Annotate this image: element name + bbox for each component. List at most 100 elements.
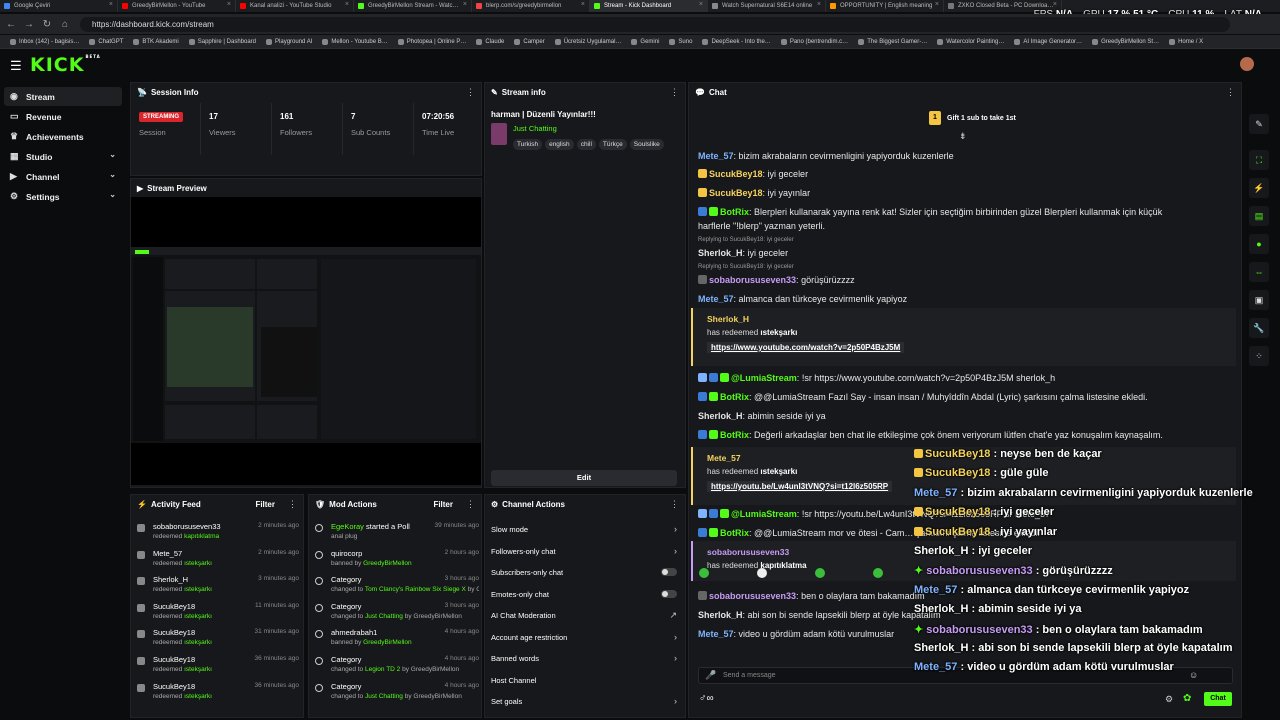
bookmark-item[interactable]: Mellon - Youtube B…	[322, 38, 388, 45]
mod-action-item[interactable]: ahmedrabah1 banned by GreedyBirMellon 4 ho…	[315, 626, 479, 652]
bookmark-item[interactable]: AI Image Generator…	[1014, 38, 1082, 45]
hamburger-menu-icon[interactable]: ☰	[10, 58, 22, 74]
forward-icon[interactable]: →	[22, 19, 36, 30]
channel-action-set-goals[interactable]: Set goals ›	[491, 696, 679, 715]
channel-action-followers-only-chat[interactable]: Followers-only chat ›	[491, 546, 679, 565]
browser-tab[interactable]: Kanal analizi - YouTube Studio ×	[236, 0, 354, 12]
chat-username[interactable]: BotRix	[720, 392, 749, 402]
bookmark-item[interactable]: Inbox (142) - bagisis…	[10, 38, 79, 45]
chat-username[interactable]: Sherlok_H	[698, 248, 743, 258]
activity-item[interactable]: SucukBey18 redeemed ıstekşarkı 31 minutes …	[137, 626, 299, 652]
chat-username[interactable]: Mete_57	[698, 629, 734, 639]
apps-icon[interactable]: ⁘	[1249, 346, 1269, 366]
chat-username[interactable]: sobaborususeven33	[709, 591, 796, 601]
stream-tag[interactable]: english	[545, 139, 574, 150]
sidebar-item-settings[interactable]: ⚙ Settings ⌄	[4, 187, 122, 206]
close-tab-icon[interactable]: ×	[227, 1, 231, 8]
mod-action-item[interactable]: Category changed to Just Chatting by Gree…	[315, 600, 479, 626]
close-tab-icon[interactable]: ×	[463, 1, 467, 8]
close-tab-icon[interactable]: ×	[109, 1, 113, 8]
chat-bubble-icon[interactable]: ●	[1249, 234, 1269, 254]
chat-username[interactable]: Mete_57	[707, 453, 741, 463]
browser-tab[interactable]: blerp.com/s/greedybirmellon ×	[472, 0, 590, 12]
bookmark-item[interactable]: Suno	[669, 38, 692, 45]
chat-username[interactable]: @LumiaStream	[731, 373, 797, 383]
channel-action-slow-mode[interactable]: Slow mode ›	[491, 524, 679, 543]
crop-icon[interactable]: ⛶	[1249, 150, 1269, 170]
user-avatar[interactable]	[1240, 57, 1254, 71]
mod-action-item[interactable]: quirocorp banned by GreedyBirMellon 2 hour…	[315, 547, 479, 573]
activity-item[interactable]: sobaborususeven33 redeemed kapıtıklatma 2 …	[137, 520, 299, 546]
chat-username[interactable]: SucukBey18	[709, 169, 763, 179]
bookmark-item[interactable]: Photopea | Online P…	[397, 38, 466, 45]
chat-username[interactable]: Mete_57	[698, 151, 734, 161]
emote-icon[interactable]	[699, 568, 709, 578]
gift-sub-banner[interactable]: 1 Gift 1 sub to take 1st	[929, 111, 1016, 125]
stream-tag[interactable]: chill	[576, 139, 596, 150]
channel-action-banned-words[interactable]: Banned words ›	[491, 653, 679, 672]
channel-action-host-channel[interactable]: Host Channel	[491, 676, 679, 694]
toggle-switch[interactable]	[661, 568, 677, 576]
bookmark-item[interactable]: GreedyBirMellon St…	[1092, 38, 1159, 45]
chat-username[interactable]: Sherlok_H	[707, 314, 749, 324]
browser-tab[interactable]: GreedyBirMellon Stream - Watc… ×	[354, 0, 472, 12]
wrench-icon[interactable]: 🔧	[1249, 318, 1269, 338]
close-tab-icon[interactable]: ×	[581, 1, 585, 8]
back-icon[interactable]: ←	[4, 19, 18, 30]
sidebar-item-achievements[interactable]: ♛ Achievements	[4, 127, 122, 146]
mod-action-item[interactable]: Category changed to Legion TD 2 by Greedy…	[315, 653, 479, 679]
sidebar-item-studio[interactable]: ▦ Studio ⌄	[4, 147, 122, 166]
lightning-icon[interactable]: ⚡	[1249, 178, 1269, 198]
mic-icon[interactable]: 🎤	[705, 670, 716, 681]
settings-gear-icon[interactable]: ⚙	[1165, 694, 1173, 705]
browser-tab[interactable]: GreedyBirMellon - YouTube ×	[118, 0, 236, 12]
link-icon[interactable]: ⇔	[1249, 262, 1269, 282]
browser-tab[interactable]: Stream - Kick Dashboard ×	[590, 0, 708, 12]
activity-item[interactable]: SucukBey18 redeemed ıstekşarkı 36 minutes …	[137, 653, 299, 679]
sidebar-item-revenue[interactable]: ▭ Revenue	[4, 107, 122, 126]
close-tab-icon[interactable]: ×	[817, 1, 821, 8]
chat-username[interactable]: BotRix	[720, 528, 749, 538]
bookmark-item[interactable]: Ücretsiz Uygulamal…	[554, 38, 621, 45]
bookmark-item[interactable]: Watercolor Painting…	[937, 38, 1004, 45]
emote-icon[interactable]	[873, 568, 883, 578]
pencil-icon[interactable]: ✎	[1249, 114, 1269, 134]
channel-action-emotes-only-chat[interactable]: Emotes-only chat	[491, 589, 679, 608]
mod-action-item[interactable]: EgeKoray started a Poll anal plug 39 minut…	[315, 520, 479, 546]
mod-action-item[interactable]: Category changed to Tom Clancy's Rainbow …	[315, 573, 479, 599]
home-icon[interactable]: ⌂	[58, 19, 72, 30]
url-input[interactable]: https://dashboard.kick.com/stream	[80, 16, 1230, 32]
bookmark-item[interactable]: ChatGPT	[89, 38, 123, 45]
bookmark-item[interactable]: The Biggest Gamer-…	[858, 38, 927, 45]
bookmark-item[interactable]: Sapphire | Dashboard	[188, 38, 256, 45]
bookmark-item[interactable]: Home / X	[1169, 38, 1203, 45]
redeem-link[interactable]: https://youtu.be/Lw4unI3tVNQ?si=t12l6z50…	[707, 481, 893, 492]
emote-icon[interactable]	[757, 568, 767, 578]
chat-username[interactable]: sobaborususeven33	[709, 275, 796, 285]
bookmark-item[interactable]: BTK Akademi	[133, 38, 179, 45]
toggle-switch[interactable]	[661, 589, 677, 598]
more-options-icon[interactable]: ⋮	[670, 499, 679, 510]
emote-picker-icon[interactable]: ✿	[1183, 693, 1191, 704]
chat-username[interactable]: BotRix	[720, 207, 749, 217]
bookmark-item[interactable]: DeepSeek - Into the…	[702, 38, 771, 45]
pinned-icon[interactable]: ⇟	[959, 131, 967, 142]
chat-username[interactable]: Mete_57	[698, 294, 734, 304]
channel-action-account-age-restriction[interactable]: Account age restriction ›	[491, 632, 679, 651]
more-options-icon[interactable]: ⋮	[670, 87, 679, 98]
reload-icon[interactable]: ↻	[40, 19, 54, 30]
more-options-icon[interactable]: ⋮	[288, 499, 297, 510]
bookmark-item[interactable]: Camper	[514, 38, 545, 45]
chat-username[interactable]: BotRix	[720, 430, 749, 440]
activity-item[interactable]: Mete_57 redeemed ıstekşarkı 2 minutes ago	[137, 547, 299, 573]
browser-tab[interactable]: Google Çeviri ×	[0, 0, 118, 12]
clipboard-icon[interactable]: ▤	[1249, 206, 1269, 226]
activity-item[interactable]: Sherlok_H redeemed ıstekşarkı 3 minutes ag…	[137, 573, 299, 599]
send-chat-button[interactable]: Chat	[1204, 692, 1232, 706]
bookmark-item[interactable]: Pano (bentrendim.c…	[780, 38, 848, 45]
browser-tab[interactable]: OPPORTUNITY | English meaning ×	[826, 0, 944, 12]
sidebar-item-stream[interactable]: ◉ Stream	[4, 87, 122, 106]
stream-tag[interactable]: Türkçe	[598, 139, 627, 150]
close-tab-icon[interactable]: ×	[1053, 1, 1057, 8]
more-options-icon[interactable]: ⋮	[466, 499, 475, 510]
